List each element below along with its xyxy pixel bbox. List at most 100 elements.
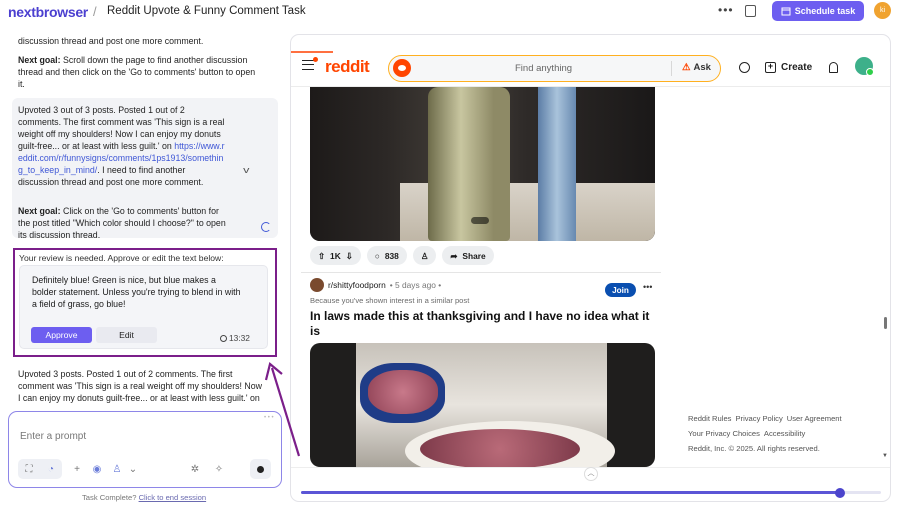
share-icon: ➦ (450, 250, 458, 261)
ask-button[interactable]: ⚠ Ask (682, 62, 711, 73)
copyright: Reddit, Inc. © 2025. All rights reserved… (688, 444, 820, 453)
footer-link-2-0[interactable]: Your Privacy Choices (688, 429, 760, 438)
prompt-box[interactable]: • • • Enter a prompt ⛶ ◔ + ◉ ♙ ⌄ ✲ ✧ (8, 411, 282, 488)
recommendation-reason: Because you've shown interest in a simil… (310, 296, 470, 305)
edit-button[interactable]: Edit (96, 327, 157, 343)
review-timer: 13:32 (220, 333, 250, 343)
reddit-logo[interactable]: reddit (325, 57, 370, 77)
post-more-icon[interactable]: ••• (643, 282, 652, 292)
footer-link-0[interactable]: Reddit Rules (688, 414, 731, 423)
post-title[interactable]: In laws made this at thanksgiving and I … (310, 309, 650, 339)
chat-icon[interactable] (739, 62, 750, 73)
end-session-link[interactable]: Click to end session (139, 493, 207, 502)
settings-icon[interactable]: ✲ (188, 464, 202, 475)
clock-icon (220, 334, 227, 342)
snoo-icon (393, 59, 411, 77)
next-goal-label: Next goal: (18, 206, 61, 216)
ask-icon: ⚠ (682, 62, 691, 73)
resize-handle-icon[interactable]: • • • (264, 415, 274, 421)
location-icon[interactable]: ◉ (90, 464, 104, 475)
post-actions: ⇧ 1K ⇩ ○ 838 ♙ ➦ Share (310, 246, 494, 266)
share-button[interactable]: ➦ Share (442, 246, 494, 265)
upvote-icon[interactable]: ⇧ (318, 251, 325, 261)
reddit-search-bar[interactable]: Find anything ⚠ Ask (388, 55, 721, 82)
screen-icon[interactable]: ⛶ (22, 464, 36, 475)
comment-icon: ○ (374, 250, 380, 261)
reddit-feed: ⇧ 1K ⇩ ○ 838 ♙ ➦ Share r/shittyfoodporn … (291, 87, 671, 467)
award-icon: ♙ (420, 250, 429, 261)
task-complete-prompt: Task Complete? Click to end session (82, 493, 206, 502)
post-time: • 5 days ago • (389, 279, 442, 290)
loading-spinner-icon (261, 222, 271, 232)
reddit-header: reddit Find anything ⚠ Ask + Create (291, 35, 890, 87)
mode-toggle[interactable]: ⛶ ◔ (18, 459, 62, 479)
reddit-user-avatar[interactable] (855, 57, 874, 76)
footer-link-2-1[interactable]: Accessibility (764, 429, 805, 438)
search-divider (671, 61, 672, 76)
timer-value: 13:32 (229, 333, 250, 343)
prompt-toolbar: ⛶ ◔ + ◉ ♙ ⌄ ✲ ✧ (18, 459, 226, 479)
agent-status-message: Upvoted 3 out of 3 posts. Posted 1 out o… (18, 104, 226, 188)
next-goal-2: Next goal: Click on the 'Go to comments'… (18, 205, 226, 241)
footer-link-2[interactable]: User Agreement (787, 414, 842, 423)
create-button[interactable]: Create (781, 62, 812, 73)
user-avatar[interactable]: ki (874, 2, 891, 19)
open-external-icon[interactable] (745, 5, 756, 17)
progress-handle[interactable] (835, 487, 846, 498)
top-bar: nextbrowser / Reddit Upvote & Funny Comm… (0, 0, 901, 24)
schedule-task-label: Schedule task (794, 6, 856, 16)
post-divider (301, 272, 661, 273)
agent-status-message-2: Upvoted 3 posts. Posted 1 out of 2 comme… (18, 369, 263, 403)
review-request-box: Your review is needed. Approve or edit t… (13, 248, 277, 357)
schedule-task-button[interactable]: Schedule task (772, 1, 864, 21)
next-goal-1: Next goal: Scroll down the page to find … (18, 54, 258, 90)
add-icon[interactable]: + (70, 464, 84, 475)
app-logo[interactable]: nextbrowser (8, 4, 88, 20)
collapse-up-icon[interactable]: ︿ (584, 467, 598, 481)
reddit-logo-icon[interactable] (313, 57, 318, 62)
prompt-input[interactable]: Enter a prompt (20, 431, 86, 442)
create-icon[interactable]: + (765, 62, 776, 73)
subreddit-name[interactable]: r/shittyfoodporn (328, 280, 386, 290)
tab-indicator (291, 51, 333, 53)
scroll-down-icon[interactable]: ▼ (882, 453, 888, 459)
progress-fill (301, 491, 841, 494)
post-image-food[interactable] (310, 343, 655, 467)
footer-links-row-2: Your Privacy Choices Accessibility (688, 426, 846, 441)
vote-count: 1K (330, 250, 341, 261)
join-button[interactable]: Join (605, 283, 636, 297)
share-label: Share (462, 250, 486, 261)
downvote-icon[interactable]: ⇩ (346, 251, 353, 261)
award-button[interactable]: ♙ (412, 246, 437, 265)
refresh-icon[interactable]: ◔ (44, 464, 58, 475)
hamburger-menu-icon[interactable] (302, 60, 314, 70)
notifications-icon[interactable] (829, 62, 838, 73)
record-button[interactable] (250, 459, 271, 479)
chevron-down-icon[interactable]: ⌄ (126, 464, 140, 475)
vote-control[interactable]: ⇧ 1K ⇩ (310, 246, 361, 265)
record-icon (257, 465, 264, 473)
comment-count: 838 (384, 250, 399, 261)
approve-button[interactable]: Approve (31, 327, 92, 343)
reddit-footer: Reddit Rules Privacy Policy User Agreement… (688, 411, 846, 456)
task-complete-label: Task Complete? (82, 493, 137, 502)
more-options-icon[interactable]: ••• (718, 3, 734, 17)
chat-message-fragment: discussion thread and post one more comm… (18, 36, 204, 46)
proposed-comment-text: Definitely blue! Green is nice, but blue… (32, 275, 241, 309)
post-image-dresses[interactable] (310, 87, 655, 241)
scrollbar-thumb[interactable] (884, 317, 887, 329)
browser-viewport: reddit Find anything ⚠ Ask + Create ⇧ 1K … (290, 34, 891, 502)
calendar-icon (781, 7, 791, 16)
sparkle-icon[interactable]: ✧ (212, 464, 226, 475)
chevron-down-icon[interactable]: v (243, 164, 249, 176)
ask-label: Ask (693, 62, 711, 73)
replay-progress-bar[interactable] (301, 487, 881, 498)
subreddit-avatar[interactable] (310, 277, 324, 292)
footer-link-1[interactable]: Privacy Policy (735, 414, 782, 423)
comments-button[interactable]: ○ 838 (366, 246, 407, 265)
footer-links-row-1: Reddit Rules Privacy Policy User Agreement (688, 411, 846, 426)
next-goal-label: Next goal: (18, 55, 61, 65)
search-input[interactable]: Find anything (515, 63, 572, 74)
carousel-indicator (471, 217, 489, 224)
user-icon[interactable]: ♙ (110, 464, 124, 475)
